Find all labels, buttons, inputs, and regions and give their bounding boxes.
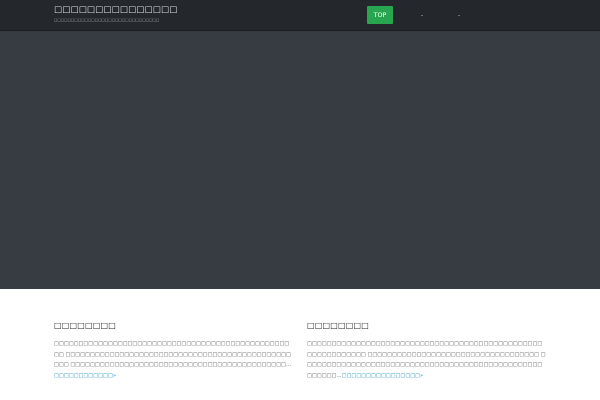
hero-banner	[0, 31, 600, 289]
post-card: □□□□□□□□ □□□□□□□□□□□□□□□□□□□□□□□□□□□□□□□…	[54, 321, 294, 381]
post-title[interactable]: □□□□□□□□	[307, 321, 547, 330]
site-description: □□□□□□□□□□□□□□□□□□□□□□□□□□□□□□□	[54, 18, 160, 22]
site-header: □□□□□□□□□□□□□□□ □□□□□□□□□□□□□□□□□□□□□□□□…	[0, 0, 600, 31]
post-excerpt: □□□□□□□□□□□□□□□□□□□□□□□□□□□□□□□□□□□□□□□□…	[307, 339, 547, 381]
site-title[interactable]: □□□□□□□□□□□□□□□	[54, 5, 177, 15]
nav-item-2[interactable]: -	[417, 6, 427, 24]
read-more-link[interactable]: □□□□□□□□□□□□»	[54, 373, 116, 379]
nav-item-top[interactable]: TOP	[367, 6, 393, 24]
post-excerpt: □□□□□□□□□□□□□□□□□□□□□□□□□□□□□□□□□□□□□□□□…	[54, 339, 294, 381]
nav-item-3[interactable]: -	[454, 6, 464, 24]
post-card: □□□□□□□□ □□□□□□□□□□□□□□□□□□□□□□□□□□□□□□□…	[307, 321, 547, 381]
post-title[interactable]: □□□□□□□□	[54, 321, 294, 330]
post-excerpt-text: □□□□□□□□□□□□□□□□□□□□□□□□□□□□□□□□□□□□□□□□…	[54, 341, 292, 368]
page: □□□□□□□□□□□□□□□ □□□□□□□□□□□□□□□□□□□□□□□□…	[0, 0, 600, 400]
read-more-link[interactable]: □□□□□□□□□□□□□□□□»	[342, 373, 424, 379]
